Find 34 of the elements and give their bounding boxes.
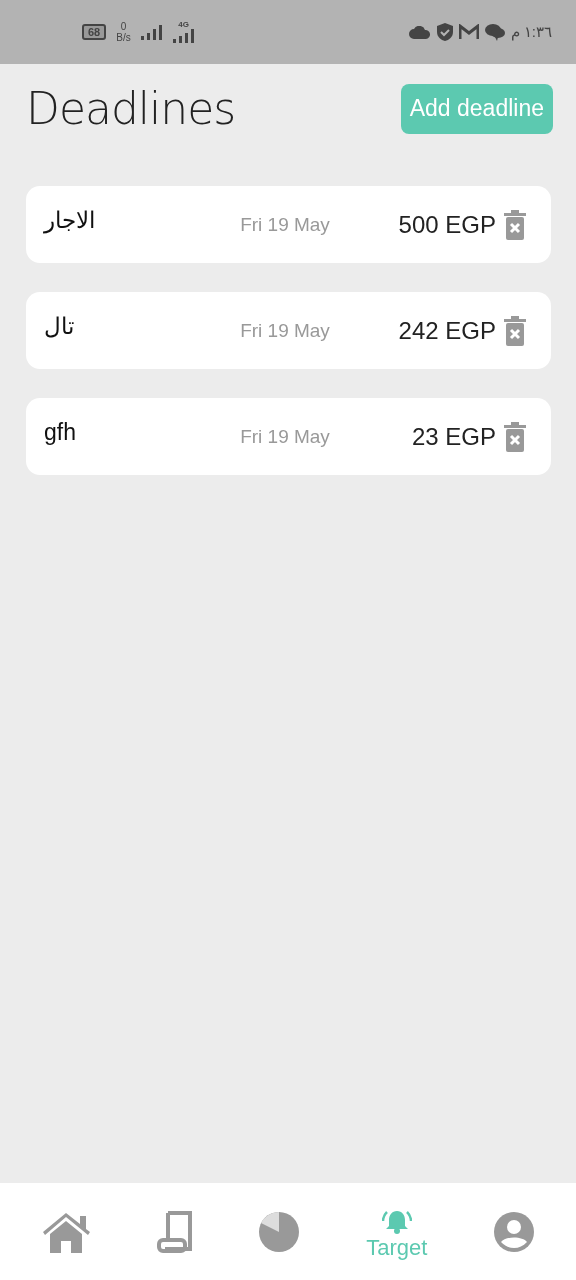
- profile-icon: [493, 1210, 536, 1253]
- nav-tab[interactable]: [258, 1210, 301, 1253]
- deadline-amount: 500 EGP: [398, 210, 496, 239]
- deadline-card[interactable]: gfh Fri 19 May 23 EGP: [26, 398, 551, 475]
- deadline-name: gfh: [44, 419, 76, 446]
- scroll-icon: [156, 1210, 193, 1253]
- deadline-name: تال: [44, 313, 74, 340]
- nav-tab[interactable]: [493, 1210, 536, 1253]
- delete-icon[interactable]: [504, 315, 526, 346]
- deadline-date: Fri 19 May: [240, 319, 330, 342]
- delete-icon[interactable]: [504, 209, 526, 240]
- signal-icon: [140, 24, 163, 40]
- chat-icon: [484, 23, 505, 41]
- bell-icon: [381, 1208, 412, 1235]
- shield-icon: [436, 23, 453, 41]
- signal-icon: [172, 29, 195, 43]
- deadline-date: Fri 19 May: [240, 213, 330, 236]
- network-speed-value: 0: [120, 21, 127, 32]
- deadline-amount: 242 EGP: [398, 316, 496, 345]
- clock-time: ١:٣٦ م: [510, 23, 552, 41]
- network-type: 4G: [178, 21, 190, 29]
- deadline-name: الاجار: [44, 207, 95, 234]
- delete-icon[interactable]: [504, 421, 526, 452]
- nav-tab[interactable]: [156, 1210, 193, 1253]
- pie-chart-icon: [258, 1210, 301, 1253]
- cloud-icon: [408, 25, 431, 39]
- battery-icon: 68: [82, 24, 107, 40]
- mail-icon: [458, 24, 479, 40]
- nav-tab[interactable]: [40, 1210, 91, 1253]
- page-title: Deadlines: [26, 83, 236, 134]
- network-speed-unit: B/s: [116, 32, 131, 43]
- deadline-date: Fri 19 May: [240, 425, 330, 448]
- home-icon: [40, 1210, 91, 1253]
- deadline-amount: 23 EGP: [411, 422, 496, 451]
